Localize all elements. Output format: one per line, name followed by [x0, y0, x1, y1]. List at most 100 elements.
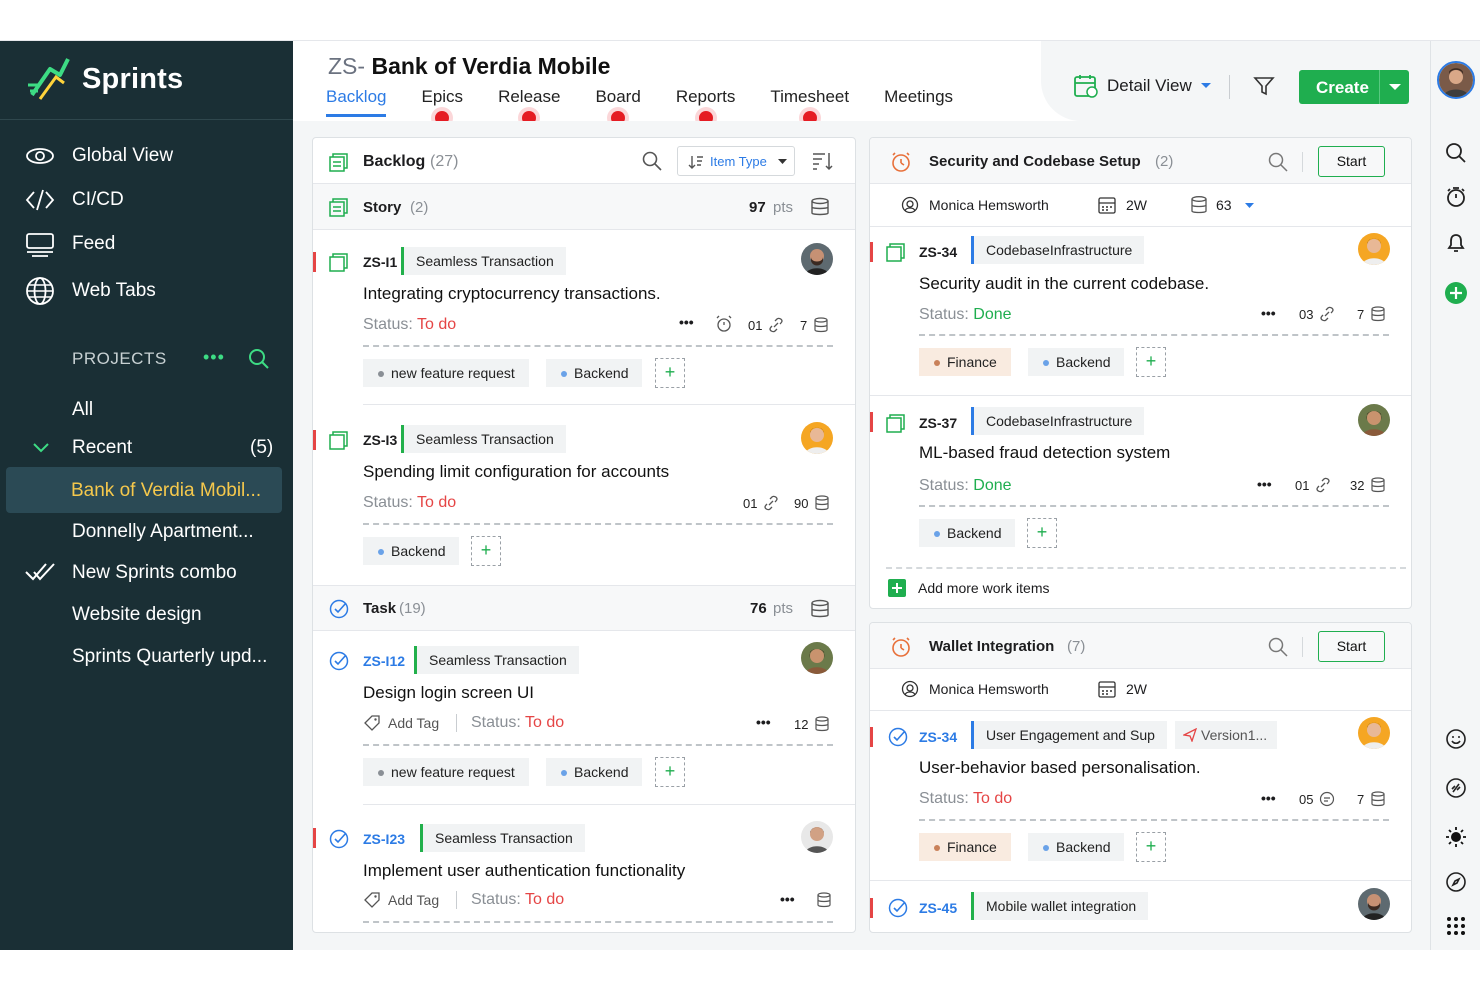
- project-item-donnelly[interactable]: Donnelly Apartment...: [72, 521, 254, 543]
- compass-icon[interactable]: [1444, 870, 1468, 894]
- more-options-icon[interactable]: •••: [1261, 790, 1276, 806]
- epic-chip[interactable]: User Engagement and Sup: [971, 721, 1167, 749]
- item-id[interactable]: ZS-45: [919, 900, 957, 916]
- tab-board[interactable]: Board: [595, 87, 641, 125]
- emoji-add-icon[interactable]: [1444, 727, 1468, 751]
- epic-chip[interactable]: Seamless Transaction: [420, 824, 585, 852]
- assignee-avatar[interactable]: [801, 821, 833, 853]
- add-tag-button[interactable]: +: [1136, 347, 1166, 377]
- filter-icon[interactable]: [1253, 75, 1275, 97]
- item-id[interactable]: ZS-34: [919, 244, 957, 260]
- sprint-owner[interactable]: Monica Hemsworth: [929, 681, 1049, 697]
- release-chip[interactable]: Version1...: [1175, 721, 1278, 749]
- user-avatar[interactable]: [1437, 61, 1475, 99]
- projects-all[interactable]: All: [72, 399, 93, 421]
- add-tag-button[interactable]: +: [1027, 518, 1057, 548]
- tab-backlog[interactable]: Backlog: [326, 87, 387, 117]
- status-value[interactable]: To do: [417, 316, 456, 333]
- tab-release[interactable]: Release: [498, 87, 560, 125]
- sprint-owner[interactable]: Monica Hemsworth: [929, 197, 1049, 213]
- assignee-avatar[interactable]: [801, 642, 833, 674]
- add-tag-button[interactable]: +: [1136, 832, 1166, 862]
- start-sprint-button[interactable]: Start: [1318, 631, 1385, 662]
- tag-chip[interactable]: Backend: [363, 537, 460, 565]
- epic-chip[interactable]: Seamless Transaction: [401, 425, 566, 453]
- nav-web-tabs[interactable]: Web Tabs: [24, 275, 156, 307]
- item-title[interactable]: Design login screen UI: [363, 683, 534, 703]
- add-tag-button[interactable]: +: [471, 536, 501, 566]
- search-icon[interactable]: [1268, 637, 1288, 657]
- item-id[interactable]: ZS-I23: [363, 831, 405, 847]
- tag-chip[interactable]: Backend: [546, 758, 643, 786]
- tag-chip[interactable]: new feature request: [363, 359, 529, 387]
- assignee-avatar[interactable]: [1358, 888, 1390, 920]
- search-icon[interactable]: [642, 151, 662, 171]
- sort-list-icon[interactable]: [811, 150, 833, 172]
- status-value[interactable]: To do: [525, 714, 564, 731]
- tab-meetings[interactable]: Meetings: [884, 87, 953, 107]
- apps-grid-icon[interactable]: [1444, 914, 1468, 938]
- assignee-avatar[interactable]: [1358, 233, 1390, 265]
- tag-chip[interactable]: Backend: [1028, 833, 1125, 861]
- projects-more-icon[interactable]: •••: [203, 347, 225, 368]
- view-selector[interactable]: Detail View: [1073, 73, 1212, 99]
- epic-chip[interactable]: Mobile wallet integration: [971, 892, 1149, 920]
- item-title[interactable]: Security audit in the current codebase.: [919, 274, 1209, 294]
- projects-recent[interactable]: Recent: [72, 437, 132, 459]
- project-item-sprints-quarterly[interactable]: Sprints Quarterly upd...: [72, 646, 267, 668]
- more-options-icon[interactable]: •••: [1261, 305, 1276, 321]
- assignee-avatar[interactable]: [1358, 404, 1390, 436]
- more-options-icon[interactable]: •••: [756, 714, 771, 730]
- item-id[interactable]: ZS-34: [919, 729, 957, 745]
- item-title[interactable]: Spending limit configuration for account…: [363, 462, 669, 482]
- tab-reports[interactable]: Reports: [676, 87, 735, 125]
- chevron-down-icon[interactable]: [32, 441, 50, 455]
- more-options-icon[interactable]: •••: [780, 891, 795, 907]
- epic-chip[interactable]: CodebaseInfrastructure: [971, 407, 1145, 435]
- more-options-icon[interactable]: •••: [1257, 476, 1272, 492]
- sprint-name[interactable]: Security and Codebase Setup: [929, 153, 1141, 170]
- add-tag-button[interactable]: +: [655, 358, 685, 388]
- bell-icon[interactable]: [1444, 231, 1468, 255]
- nav-feed[interactable]: Feed: [24, 228, 115, 260]
- tab-epics[interactable]: Epics: [421, 87, 463, 125]
- item-id[interactable]: ZS-I12: [363, 653, 405, 669]
- tab-timesheet[interactable]: Timesheet: [770, 87, 849, 125]
- create-dropdown-icon[interactable]: [1379, 70, 1409, 104]
- status-value[interactable]: To do: [525, 891, 564, 908]
- timer-icon[interactable]: [1444, 185, 1468, 209]
- nav-global-view[interactable]: Global View: [24, 140, 173, 172]
- add-tag-link[interactable]: Add Tag: [388, 892, 439, 908]
- item-title[interactable]: User-behavior based personalisation.: [919, 758, 1201, 778]
- projects-search-icon[interactable]: [248, 348, 270, 370]
- create-button[interactable]: Create: [1299, 70, 1409, 104]
- status-value[interactable]: To do: [417, 494, 456, 511]
- item-id[interactable]: ZS-37: [919, 415, 957, 431]
- epic-chip[interactable]: Seamless Transaction: [401, 247, 566, 275]
- more-options-icon[interactable]: •••: [679, 314, 694, 330]
- project-item-website-design[interactable]: Website design: [72, 604, 202, 626]
- tag-chip[interactable]: new feature request: [363, 758, 529, 786]
- tag-chip[interactable]: Backend: [546, 359, 643, 387]
- assignee-avatar[interactable]: [1358, 717, 1390, 749]
- sync-icon[interactable]: [1444, 776, 1468, 800]
- add-more-work-items[interactable]: Add more work items: [888, 579, 1049, 597]
- tag-chip[interactable]: Finance: [919, 348, 1011, 376]
- assignee-avatar[interactable]: [801, 422, 833, 454]
- tag-chip[interactable]: Backend: [919, 519, 1016, 547]
- project-item-new-sprints-combo[interactable]: New Sprints combo: [72, 562, 237, 584]
- project-item-bank-of-verdia[interactable]: Bank of Verdia Mobil...: [71, 480, 261, 502]
- story-group-header[interactable]: Story (2) 97 pts: [313, 184, 855, 230]
- search-icon[interactable]: [1444, 141, 1468, 165]
- assignee-avatar[interactable]: [801, 243, 833, 275]
- item-title[interactable]: Integrating cryptocurrency transactions.: [363, 284, 661, 304]
- item-title[interactable]: ML-based fraud detection system: [919, 443, 1170, 463]
- item-title[interactable]: Implement user authentication functional…: [363, 861, 685, 881]
- task-group-header[interactable]: Task (19) 76 pts: [313, 585, 855, 631]
- add-tag-button[interactable]: +: [655, 757, 685, 787]
- add-tag-link[interactable]: Add Tag: [388, 715, 439, 731]
- tag-chip[interactable]: Finance: [919, 833, 1011, 861]
- epic-chip[interactable]: CodebaseInfrastructure: [971, 236, 1145, 264]
- item-id[interactable]: ZS-I3: [363, 432, 397, 448]
- status-value[interactable]: To do: [973, 790, 1012, 807]
